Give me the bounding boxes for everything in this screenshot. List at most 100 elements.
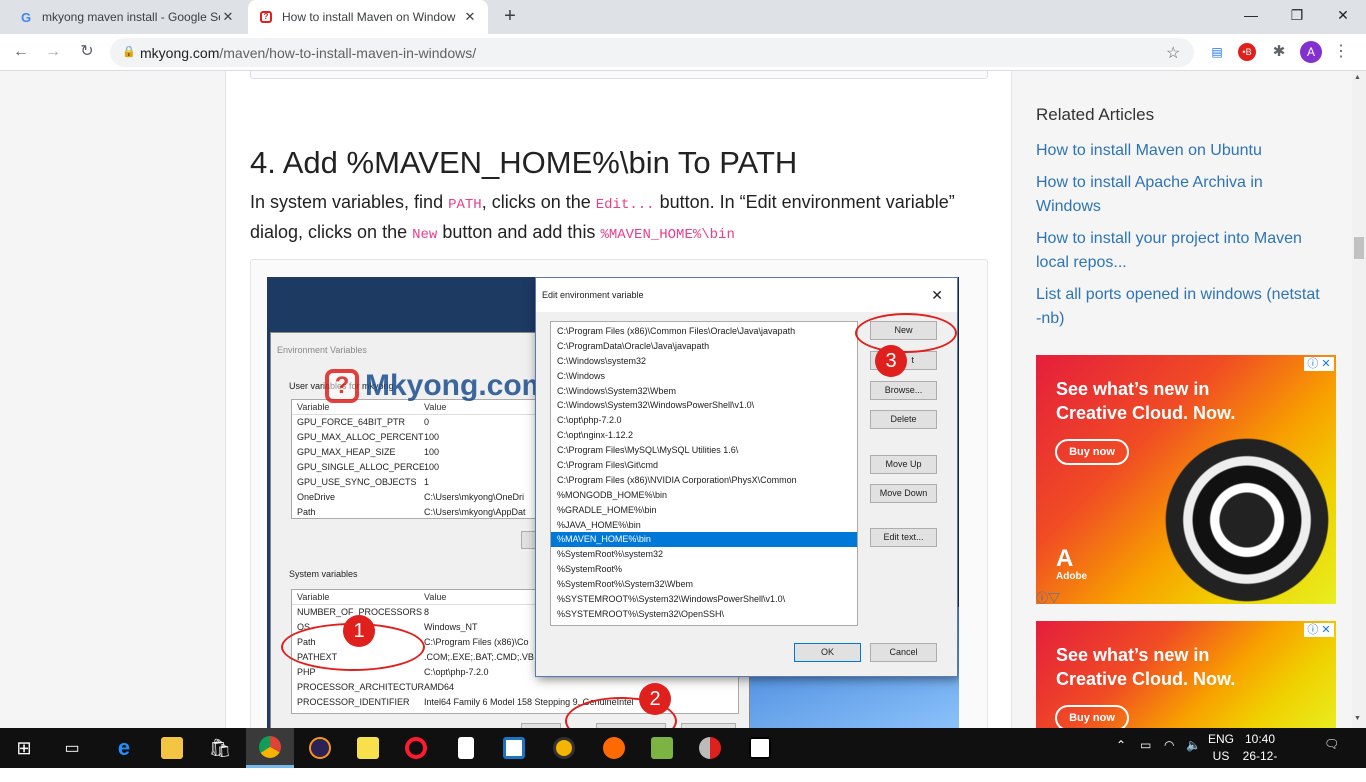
ad-choices-close-icon[interactable]: ⓘ ✕: [1304, 623, 1334, 637]
extension-doc-icon[interactable]: ▤: [1206, 41, 1228, 63]
extensions-puzzle-icon[interactable]: ✱: [1268, 41, 1290, 63]
taskbar-intellij[interactable]: [490, 728, 538, 768]
wifi-icon[interactable]: ◠: [1164, 738, 1174, 752]
taskbar-opera[interactable]: [392, 728, 440, 768]
bookmark-star-icon[interactable]: ☆: [1166, 43, 1180, 63]
scroll-down-arrow-icon[interactable]: ▼: [1354, 715, 1361, 722]
volume-icon[interactable]: 🔈: [1186, 738, 1201, 752]
taskbar-edge[interactable]: e: [100, 728, 148, 768]
tab-google-search[interactable]: G mkyong maven install - Google Se ✕: [8, 0, 246, 34]
scrollbar-thumb[interactable]: [1354, 237, 1364, 259]
path-entry: %MAVEN_HOME%\bin: [551, 532, 857, 548]
edge-icon: e: [117, 735, 131, 760]
page-scrollbar[interactable]: [1352, 71, 1366, 728]
taskbar-chrome[interactable]: [246, 728, 294, 768]
related-link-install-project-maven[interactable]: How to install your project into Maven l…: [1036, 227, 1326, 275]
taskbar-sticky-notes[interactable]: [344, 728, 392, 768]
ok-button: OK: [794, 643, 861, 662]
maximize-button[interactable]: ❐: [1274, 0, 1320, 32]
variable-row: PROCESSOR_IDENTIFIER Intel64 Family 6 Mod…: [292, 695, 738, 710]
ad-headline: See what’s new in Creative Cloud. Now.: [1056, 379, 1236, 423]
annotation-number-2: 2: [639, 683, 671, 715]
mkyong-watermark-logo: ? Mkyong.com: [325, 369, 548, 403]
taskbar-file-explorer[interactable]: [148, 728, 196, 768]
path-entry: %SYSTEMROOT%\System32\OpenSSH\: [557, 608, 725, 619]
document-icon: [458, 737, 474, 759]
tab-strip: G mkyong maven install - Google Se ✕ ? H…: [0, 0, 1366, 34]
photos-icon: [749, 737, 771, 759]
path-entry: C:\Windows\System32\WindowsPowerShell\v1…: [557, 400, 755, 411]
ad-buy-now-button[interactable]: Buy now: [1055, 705, 1129, 728]
scroll-up-arrow-icon[interactable]: ▲: [1354, 74, 1361, 81]
lock-icon[interactable]: 🔒: [122, 45, 136, 58]
variable-row: GPU_MAX_ALLOC_PERCENT 100: [292, 430, 538, 445]
article-screenshot[interactable]: Environment Variables User variables for…: [267, 277, 959, 728]
variable-name: PROCESSOR_ARCHITECTURE: [297, 682, 424, 692]
user-variables-list[interactable]: Variable Value GPU_FORCE_64BIT_PTR 0 GPU_MA…: [291, 399, 539, 519]
related-link-list-ports-windows[interactable]: List all ports opened in windows (netsta…: [1036, 283, 1326, 331]
path-entry: %SystemRoot%\system32: [557, 549, 664, 560]
close-tab-icon[interactable]: ✕: [462, 9, 478, 25]
tray-overflow-icon[interactable]: ⌃: [1116, 738, 1126, 752]
ad-buy-now-button[interactable]: Buy now: [1055, 439, 1129, 465]
minimize-button[interactable]: —: [1228, 0, 1274, 32]
extension-red-icon[interactable]: •B: [1238, 43, 1256, 61]
taskbar-clock[interactable]: 10:40 26-12-2020: [1238, 731, 1282, 782]
adobe-ad[interactable]: See what’s new in Creative Cloud. Now. B…: [1036, 355, 1336, 604]
browser-menu-icon[interactable]: ⋮: [1330, 41, 1352, 63]
tab-maven-article[interactable]: ? How to install Maven on Window ✕: [248, 0, 488, 34]
ad-info-icon[interactable]: ⓘ▽: [1036, 589, 1060, 606]
back-icon[interactable]: ←: [8, 39, 34, 65]
task-view-button[interactable]: ▭: [48, 728, 96, 768]
related-link-maven-ubuntu[interactable]: How to install Maven on Ubuntu: [1036, 139, 1326, 163]
code-path: PATH: [448, 197, 482, 213]
address-bar[interactable]: 🔒 mkyong.com/maven/how-to-install-maven-…: [110, 38, 1194, 67]
mkyong-favicon-icon: ?: [258, 9, 274, 25]
url-text[interactable]: mkyong.com/maven/how-to-install-maven-in…: [140, 45, 476, 61]
close-window-button[interactable]: ✕: [1320, 0, 1366, 32]
taskbar-photos[interactable]: [736, 728, 784, 768]
new-tab-button[interactable]: +: [498, 4, 522, 28]
taskbar-sublime[interactable]: [590, 728, 638, 768]
path-entry: %GRADLE_HOME%\bin: [557, 504, 657, 515]
annotation-circle-new: [855, 313, 957, 353]
ad-artwork: [1152, 425, 1336, 604]
notifications-icon[interactable]: 🗨: [1324, 737, 1339, 751]
taskbar-chrome-canary[interactable]: [686, 728, 734, 768]
env-window-title: Environment Variables: [277, 345, 367, 355]
start-button[interactable]: ⊞: [0, 728, 48, 768]
related-link-archiva-windows[interactable]: How to install Apache Archiva in Windows: [1036, 171, 1326, 219]
adobe-brand-text: Adobe: [1056, 571, 1088, 582]
ad-choices-close-icon[interactable]: ⓘ ✕: [1304, 357, 1334, 371]
browser-toolbar: ← → ↻ 🔒 mkyong.com/maven/how-to-install-…: [0, 34, 1366, 71]
variable-row: OneDrive C:\Users\mkyong\OneDri: [292, 490, 538, 505]
taskbar-spreadsheet[interactable]: [638, 728, 686, 768]
taskbar-store[interactable]: 🛍: [196, 728, 244, 768]
variable-name: Path: [297, 507, 316, 517]
chrome-dev-icon: [699, 737, 721, 759]
adobe-ad-second[interactable]: See what’s new in Creative Cloud. Now. B…: [1036, 621, 1336, 728]
para-text: button and add this: [437, 222, 601, 242]
path-entry: C:\Windows: [557, 370, 606, 381]
section-paragraph: In system variables, find PATH, clicks o…: [250, 189, 980, 249]
path-entry: %JAVA_HOME%\bin: [557, 519, 641, 530]
battery-icon[interactable]: ▭: [1140, 738, 1151, 752]
forward-icon[interactable]: →: [40, 39, 66, 65]
variable-row: Path C:\Users\mkyong\AppDat: [292, 505, 538, 520]
delete-button: Delete: [870, 410, 937, 429]
reload-icon[interactable]: ↻: [74, 39, 100, 65]
taskbar-notepad[interactable]: [442, 728, 490, 768]
lang-region: US: [1212, 749, 1230, 763]
taskbar-eclipse[interactable]: [296, 728, 344, 768]
variable-value: C:\Users\mkyong\OneDri: [424, 492, 525, 502]
profile-avatar[interactable]: A: [1300, 41, 1322, 63]
close-tab-icon[interactable]: ✕: [220, 9, 236, 25]
taskbar-yellow-app[interactable]: [540, 728, 588, 768]
path-entry: %SystemRoot%: [557, 564, 623, 575]
language-indicator[interactable]: ENG US: [1206, 731, 1236, 765]
folder-icon: [161, 737, 183, 759]
move-up-button: Move Up: [870, 455, 937, 474]
path-entry: C:\Program Files (x86)\NVIDIA Corporatio…: [557, 474, 797, 485]
path-entry: %SYSTEMROOT%\System32\WindowsPowerShell\…: [557, 594, 786, 605]
path-entry: C:\Program Files\MySQL\MySQL Utilities 1…: [557, 445, 739, 456]
